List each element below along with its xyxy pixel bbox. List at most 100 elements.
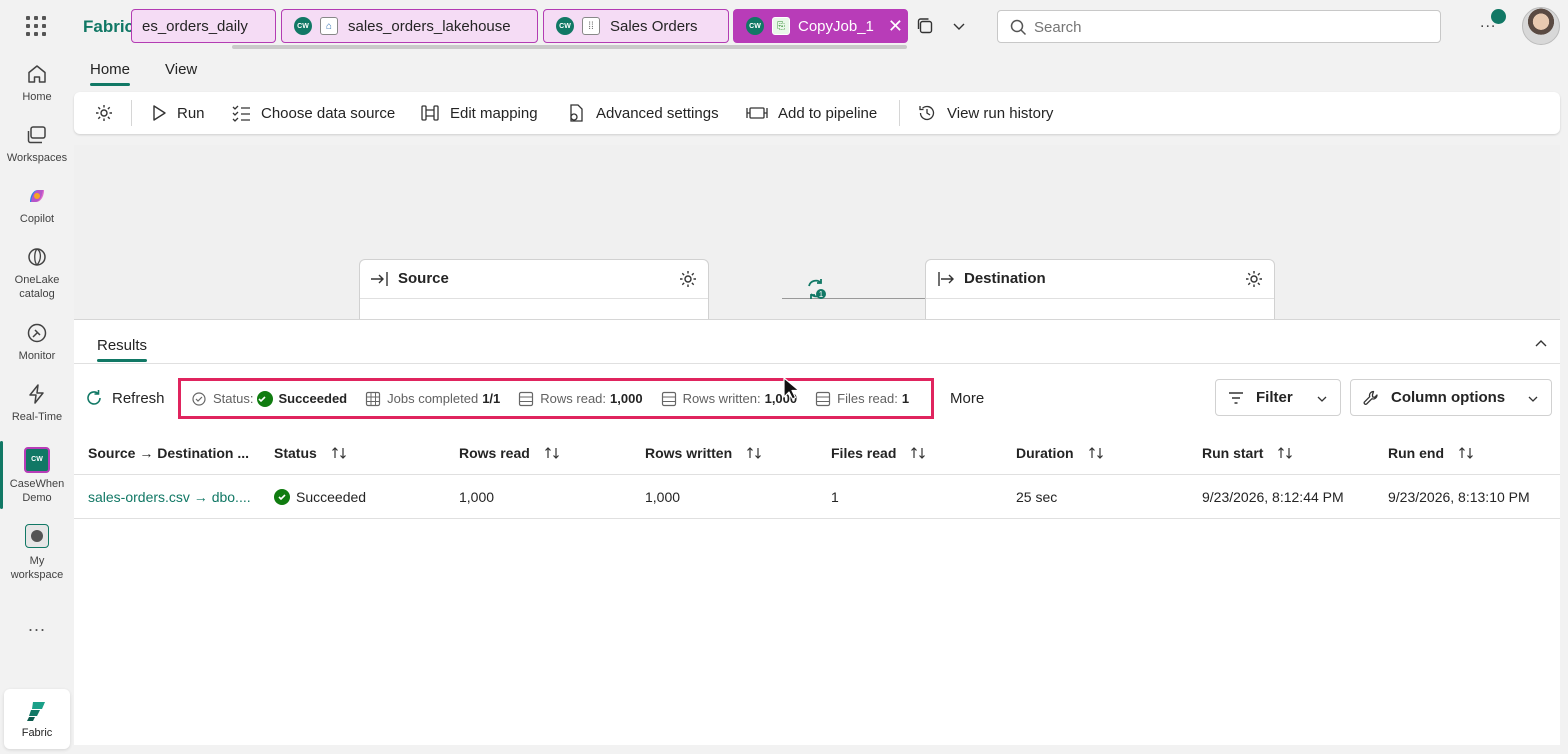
bottom-gutter	[74, 745, 1560, 754]
rail-item-copilot[interactable]: Copilot	[0, 184, 74, 226]
gear-icon[interactable]	[678, 269, 698, 289]
mouse-cursor-icon	[783, 377, 800, 400]
tab-results[interactable]: Results	[97, 337, 148, 362]
semantic-model-icon: ⁞⁞	[582, 17, 600, 35]
copy-job-canvas[interactable]: Source 1 Destination	[74, 145, 1560, 319]
monitor-icon	[27, 323, 47, 343]
top-bar: Fabric es_orders_daily CW ⌂ sales_orders…	[0, 0, 1568, 52]
rail-more-icon[interactable]: ...	[0, 615, 74, 636]
chevron-up-icon[interactable]	[1534, 337, 1548, 351]
cell-files-read: 1	[831, 489, 839, 505]
workspaces-icon	[27, 126, 46, 144]
summary-rows-written: Rows written: 1,000	[661, 391, 797, 407]
fabric-logo-icon	[27, 702, 45, 721]
run-button[interactable]: Run	[151, 92, 205, 134]
tabs-scrollbar[interactable]	[232, 45, 907, 49]
source-title: Source	[398, 270, 449, 287]
multitask-icon[interactable]	[916, 17, 934, 35]
view-run-history-button[interactable]: View run history	[917, 92, 1053, 134]
choose-data-source-button[interactable]: Choose data source	[231, 92, 395, 134]
rail-item-casewhen-demo[interactable]: CW CaseWhen Demo	[0, 441, 74, 509]
search-input[interactable]	[1034, 17, 1424, 37]
column-header-label: Run end	[1388, 445, 1444, 461]
table-icon	[366, 391, 381, 406]
column-header-label: Duration	[1016, 445, 1074, 461]
summary-status-value: Succeeded	[278, 391, 348, 406]
tab-label: Sales Orders	[610, 17, 698, 35]
cell-status: Succeeded	[274, 489, 366, 505]
tab-view[interactable]: View	[165, 61, 197, 78]
rail-item-workspaces[interactable]: Workspaces	[0, 123, 74, 165]
search-box[interactable]	[997, 10, 1441, 43]
brand-name[interactable]: Fabric	[83, 17, 134, 37]
tab-sales-orders-lakehouse[interactable]: CW ⌂ sales_orders_lakehouse	[281, 9, 538, 43]
chevron-down-icon	[1317, 396, 1327, 402]
column-header-rows-written[interactable]: Rows written	[645, 445, 762, 461]
home-icon	[28, 65, 46, 83]
rail-item-onelake-catalog[interactable]: OneLake catalog	[0, 245, 74, 301]
gear-icon[interactable]	[1244, 269, 1264, 289]
column-header-run-start[interactable]: Run start	[1202, 445, 1293, 461]
column-options-dropdown[interactable]: Column options	[1350, 379, 1552, 416]
advanced-settings-button[interactable]: Advanced settings	[566, 92, 719, 134]
column-header-rows-read[interactable]: Rows read	[459, 445, 560, 461]
rail-item-my-workspace[interactable]: My workspace	[0, 524, 74, 582]
real-time-icon	[29, 384, 44, 404]
rail-item-real-time[interactable]: Real-Time	[0, 382, 74, 424]
fabric-experience-switcher[interactable]: Fabric	[4, 689, 70, 749]
cell-source-destination[interactable]: sales-orders.csv → dbo....	[88, 489, 251, 505]
source-arrow-icon	[371, 272, 388, 286]
tab-sales-orders[interactable]: CW ⁞⁞ Sales Orders	[543, 9, 729, 43]
avatar[interactable]	[1522, 7, 1560, 45]
sort-icon[interactable]	[1088, 445, 1104, 461]
source-node[interactable]: Source	[359, 259, 709, 319]
sort-icon[interactable]	[544, 445, 560, 461]
sort-icon[interactable]	[1277, 445, 1293, 461]
copy-cycle-icon: 1	[808, 279, 826, 299]
tab-home[interactable]: Home	[90, 61, 131, 86]
filter-label: Filter	[1256, 389, 1293, 406]
settings-button[interactable]	[94, 92, 124, 134]
success-check-icon	[274, 489, 290, 505]
rail-label: OneLake	[14, 274, 60, 286]
tab-copyjob-1[interactable]: CW ⎘ CopyJob_1 ✕	[733, 9, 908, 43]
add-to-pipeline-button[interactable]: Add to pipeline	[746, 92, 877, 134]
history-icon	[919, 105, 935, 121]
more-button[interactable]: More	[950, 390, 984, 407]
wrench-icon	[1363, 390, 1378, 405]
column-header-files-read[interactable]: Files read	[831, 445, 926, 461]
tab-label: sales_orders_lakehouse	[348, 17, 511, 35]
list-checks-icon	[232, 105, 250, 122]
summary-files-read-label: Files read:	[837, 391, 898, 406]
workspace-badge-icon: CW	[746, 17, 764, 35]
destination-node[interactable]: Destination	[925, 259, 1275, 319]
column-header-run-end[interactable]: Run end	[1388, 445, 1474, 461]
status-icon	[192, 391, 206, 406]
chevron-down-icon[interactable]	[952, 19, 966, 33]
column-header-duration[interactable]: Duration	[1016, 445, 1104, 461]
filter-dropdown[interactable]: Filter	[1215, 379, 1341, 416]
sort-icon[interactable]	[746, 445, 762, 461]
sort-icon[interactable]	[331, 445, 347, 461]
refresh-button[interactable]: Refresh	[84, 388, 165, 408]
choose-data-source-label: Choose data source	[261, 104, 396, 122]
close-tab-icon[interactable]: ✕	[888, 16, 903, 37]
table-row[interactable]: sales-orders.csv → dbo.... Succeeded 1,0…	[74, 475, 1560, 519]
cell-rows-written: 1,000	[645, 489, 681, 505]
edit-mapping-button[interactable]: Edit mapping	[420, 92, 538, 134]
sort-icon[interactable]	[910, 445, 926, 461]
rail-label: catalog	[19, 288, 55, 300]
column-header-label: Source → Destination ...	[88, 445, 250, 461]
run-label: Run	[177, 104, 205, 122]
destination-arrow-icon	[938, 272, 954, 286]
rail-item-monitor[interactable]: Monitor	[0, 321, 74, 363]
column-header-source-destination[interactable]: Source → Destination ...	[88, 445, 249, 461]
app-launcher-icon[interactable]	[26, 16, 46, 36]
column-header-status[interactable]: Status	[274, 445, 347, 461]
copy-job-icon: ⎘	[772, 17, 790, 35]
tab-es-orders-daily[interactable]: es_orders_daily	[131, 9, 276, 43]
workspace-badge-icon: CW	[556, 17, 574, 35]
mapping-icon	[421, 105, 439, 121]
sort-icon[interactable]	[1458, 445, 1474, 461]
rail-item-home[interactable]: Home	[0, 62, 74, 104]
